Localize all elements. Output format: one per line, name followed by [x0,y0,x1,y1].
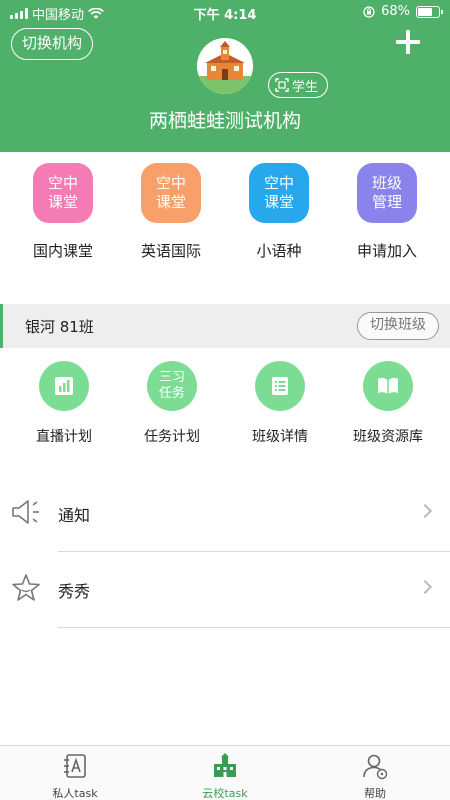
avatar[interactable] [197,38,253,94]
category-label: 小语种 [256,242,302,260]
function-label: 班级资源库 [353,429,423,445]
category-minor-languages[interactable]: 空中 课堂 小语种 [229,163,329,261]
list-icon [255,361,305,411]
speaker-icon [12,500,39,524]
user-help-icon [363,754,388,780]
switch-class-button[interactable]: 切换班级 [357,312,439,340]
tab-bar: 私人task 云校task 帮助 [0,745,450,800]
qr-scan-icon [275,78,289,92]
tab-help[interactable]: 帮助 [300,752,450,800]
status-right: 68% [363,4,443,19]
category-english-international[interactable]: 空中 课堂 英语国际 [121,163,221,261]
tab-label: 私人task [52,787,98,800]
book-icon [363,361,413,411]
switch-org-button[interactable]: 切换机构 [11,28,94,60]
plus-icon[interactable] [396,30,420,54]
class-name: 银河 81班 [25,318,94,336]
chevron-right-icon [417,579,433,595]
org-name: 两栖蛙蛙测试机构 [148,110,301,132]
function-label: 直播计划 [36,429,92,445]
category-tile: 空中 课堂 [33,163,93,223]
task-text-icon: 三习 任务 [147,361,197,411]
star-icon [12,574,40,601]
bar-chart-icon [39,361,89,411]
orientation-lock-icon [363,5,375,18]
header: 中国移动 下午 4:14 68% 切换机构 学生 两栖蛙蛙测试机构 [0,0,450,152]
school-icon [214,753,236,777]
function-label: 班级详情 [252,429,308,445]
divider [58,627,450,628]
function-live-plan[interactable]: 直播计划 [9,361,119,446]
tab-private-task[interactable]: 私人task [0,752,150,800]
notebook-icon [64,754,86,778]
function-task-plan[interactable]: 三习 任务 任务计划 [117,361,227,446]
battery-fill [418,7,432,16]
class-bar-marker [0,304,3,348]
role-label: 学生 [292,79,319,95]
battery-icon [416,5,443,18]
role-badge: 学生 [268,72,329,98]
class-bar: 银河 81班 切换班级 [0,304,450,348]
category-tile: 空中 课堂 [141,163,201,223]
function-class-details[interactable]: 班级详情 [225,361,335,446]
list-item-show[interactable]: 秀秀 [0,552,450,628]
battery-percent: 68% [381,4,410,19]
category-domestic-class[interactable]: 空中 课堂 国内课堂 [13,163,113,261]
category-apply-join[interactable]: 班级 管理 申请加入 [337,163,437,261]
list-item-title: 秀秀 [58,582,91,601]
list-item-notice[interactable]: 通知 [0,476,450,552]
category-tile: 空中 课堂 [249,163,309,223]
category-label: 国内课堂 [32,242,93,260]
list-item-title: 通知 [58,506,91,525]
tab-label: 帮助 [364,787,386,800]
function-label: 任务计划 [144,429,200,445]
category-label: 英语国际 [140,242,201,260]
tab-label: 云校task [202,787,248,800]
chevron-right-icon [417,503,433,519]
status-bar: 中国移动 下午 4:14 68% [0,0,450,24]
school-building-avatar-icon [197,38,253,94]
tab-cloud-school-task[interactable]: 云校task [150,752,300,800]
function-class-resources[interactable]: 班级资源库 [333,361,443,446]
category-label: 申请加入 [356,242,417,260]
category-tile: 班级 管理 [357,163,417,223]
